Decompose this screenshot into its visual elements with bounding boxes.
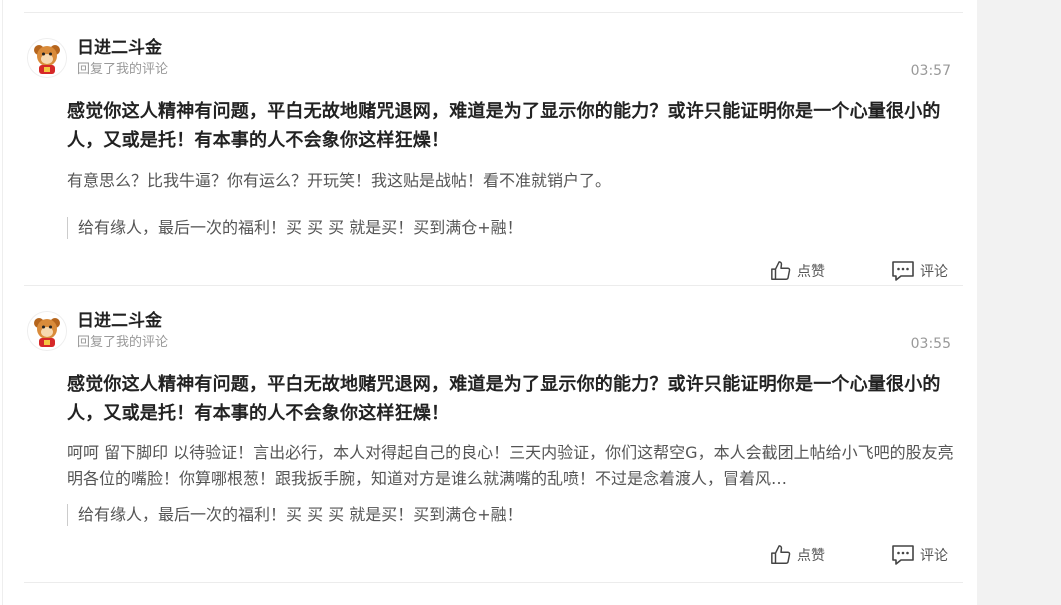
left-border bbox=[2, 0, 3, 605]
username[interactable]: 日进二斗金 bbox=[77, 37, 162, 59]
original-comment[interactable]: 感觉你这人精神有问题，平白无故地赌咒退网，难道是为了显示你的能力？或许只能证明你… bbox=[67, 370, 957, 428]
thumbs-up-icon bbox=[771, 261, 791, 280]
quoted-post[interactable]: 给有缘人，最后一次的福利！买 买 买 就是买！买到满仓+融！ bbox=[67, 217, 523, 239]
comment-bubble-icon bbox=[892, 545, 914, 565]
cartoon-mascot-avatar-icon bbox=[28, 39, 66, 77]
original-comment[interactable]: 感觉你这人精神有问题，平白无故地赌咒退网，难道是为了显示你的能力？或许只能证明你… bbox=[67, 97, 957, 155]
quoted-post[interactable]: 给有缘人，最后一次的福利！买 买 买 就是买！买到满仓+融！ bbox=[67, 504, 523, 526]
list-item: 日进二斗金 回复了我的评论 03:55 感觉你这人精神有问题，平白无故地赌咒退网… bbox=[24, 286, 963, 565]
like-button[interactable]: 点赞 bbox=[770, 542, 825, 568]
like-label: 点赞 bbox=[797, 264, 825, 280]
comment-feed: 日进二斗金 回复了我的评论 03:57 感觉你这人精神有问题，平白无故地赌咒退网… bbox=[24, 0, 963, 605]
reply-text[interactable]: 有意思么？比我牛逼？你有运么？开玩笑！我这贴是战帖！看不准就销户了。 bbox=[67, 168, 957, 194]
list-item: 日进二斗金 回复了我的评论 03:57 感觉你这人精神有问题，平白无故地赌咒退网… bbox=[24, 13, 963, 285]
comment-label: 评论 bbox=[920, 548, 948, 564]
divider bbox=[24, 582, 963, 583]
comment-label: 评论 bbox=[920, 264, 948, 280]
thumbs-up-icon bbox=[771, 545, 791, 564]
comment-button[interactable]: 评论 bbox=[891, 542, 948, 568]
like-label: 点赞 bbox=[797, 548, 825, 564]
like-button[interactable]: 点赞 bbox=[770, 258, 825, 284]
avatar[interactable] bbox=[27, 38, 67, 78]
timestamp: 03:55 bbox=[910, 336, 951, 352]
comment-bubble-icon bbox=[892, 261, 914, 281]
timestamp: 03:57 bbox=[910, 63, 951, 79]
reply-text[interactable]: 呵呵 留下脚印 以待验证！言出必行，本人对得起自己的良心！三天内验证，你们这帮空… bbox=[67, 440, 957, 492]
avatar[interactable] bbox=[27, 311, 67, 351]
action-text: 回复了我的评论 bbox=[77, 62, 169, 77]
action-text: 回复了我的评论 bbox=[77, 335, 169, 350]
right-side-panel bbox=[977, 0, 1061, 605]
comment-button[interactable]: 评论 bbox=[891, 258, 948, 284]
username[interactable]: 日进二斗金 bbox=[77, 310, 162, 332]
cartoon-mascot-avatar-icon bbox=[28, 312, 66, 350]
